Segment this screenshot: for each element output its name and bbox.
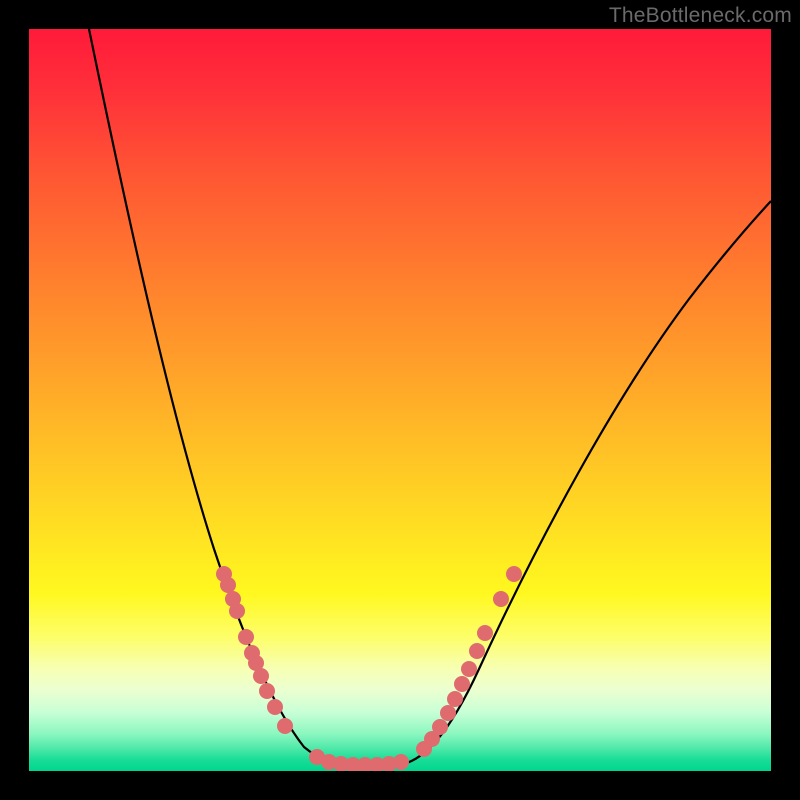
data-point xyxy=(454,676,470,692)
data-point xyxy=(493,591,509,607)
data-point xyxy=(432,719,448,735)
data-point xyxy=(238,629,254,645)
data-point xyxy=(506,566,522,582)
data-point xyxy=(447,691,463,707)
data-point xyxy=(267,699,283,715)
watermark-label: TheBottleneck.com xyxy=(609,4,792,28)
data-point xyxy=(440,705,456,721)
data-point xyxy=(220,577,236,593)
data-point xyxy=(277,718,293,734)
data-point xyxy=(253,668,269,684)
chart-svg xyxy=(29,29,771,771)
chart-frame: TheBottleneck.com xyxy=(0,0,800,800)
data-point xyxy=(477,625,493,641)
plot-area xyxy=(29,29,771,771)
curve-left xyxy=(89,29,369,765)
data-point xyxy=(393,754,409,770)
data-point xyxy=(259,683,275,699)
curve-right xyxy=(369,201,771,765)
data-point xyxy=(469,643,485,659)
data-dots xyxy=(216,566,522,771)
data-point xyxy=(229,603,245,619)
data-point xyxy=(461,661,477,677)
